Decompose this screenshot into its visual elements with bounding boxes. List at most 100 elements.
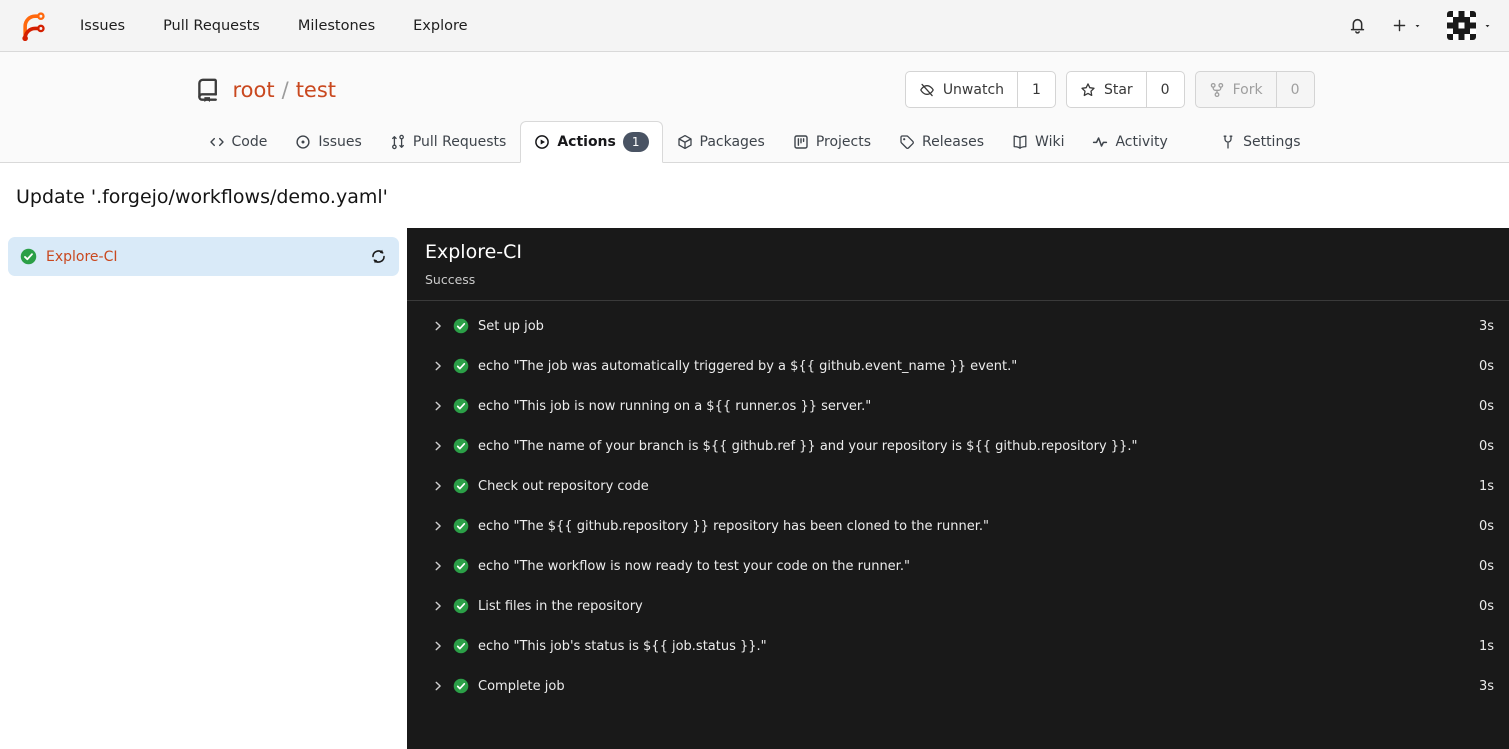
repo-tab[interactable]: Actions 1	[520, 121, 663, 163]
check-circle-icon	[453, 398, 469, 414]
project-board-icon	[793, 134, 809, 150]
pulse-icon	[1092, 134, 1108, 150]
fork-icon	[1210, 82, 1223, 97]
expand-step-chevron[interactable]	[431, 359, 445, 373]
forgejo-logo[interactable]	[17, 10, 48, 41]
step-duration: 0s	[1478, 398, 1494, 414]
expand-step-chevron[interactable]	[431, 559, 445, 573]
navbar-link[interactable]: Explore	[413, 18, 467, 34]
pull-request-icon	[390, 134, 406, 150]
job-step-row[interactable]: List files in the repository 0s	[407, 586, 1509, 626]
expand-step-chevron[interactable]	[431, 479, 445, 493]
step-success-icon	[453, 318, 469, 334]
job-step-row[interactable]: echo "This job is now running on a ${{ r…	[407, 386, 1509, 426]
repo-action-button[interactable]: Star	[1067, 72, 1146, 107]
step-success-icon	[453, 358, 469, 374]
user-menu-button[interactable]	[1447, 11, 1492, 40]
repo-tab[interactable]: Activity	[1078, 121, 1181, 163]
repo-path-separator: /	[281, 77, 289, 102]
repo-tab[interactable]: Projects	[779, 121, 885, 163]
chevron-right-icon	[435, 401, 441, 411]
check-circle-icon	[453, 598, 469, 614]
job-step-row[interactable]: echo "The name of your branch is ${{ git…	[407, 426, 1509, 466]
forgejo-logo-icon	[22, 12, 45, 41]
check-circle-icon	[453, 478, 469, 494]
job-panel-header: Explore-CI Success	[407, 228, 1509, 301]
top-navbar: Issues Pull Requests Milestones Explore	[0, 0, 1509, 52]
job-item-explore-ci[interactable]: Explore-CI	[8, 237, 399, 276]
step-label: echo "This job's status is ${{ job.statu…	[478, 638, 767, 654]
identicon-avatar	[1447, 11, 1476, 40]
repo-tab[interactable]: Pull Requests	[376, 121, 520, 163]
tools-icon	[1223, 135, 1233, 149]
step-success-icon	[453, 518, 469, 534]
step-success-icon	[453, 478, 469, 494]
step-duration: 1s	[1478, 478, 1494, 494]
expand-step-chevron[interactable]	[431, 519, 445, 533]
tab-label: Releases	[922, 134, 985, 150]
navbar-link[interactable]: Issues	[80, 18, 125, 34]
expand-step-chevron[interactable]	[431, 599, 445, 613]
tab-label: Settings	[1243, 134, 1301, 150]
eye-closed-icon	[919, 83, 934, 96]
star-icon	[1081, 82, 1095, 96]
step-label: echo "The workflow is now ready to test …	[478, 558, 910, 574]
chevron-right-icon	[435, 561, 441, 571]
step-duration: 3s	[1478, 678, 1494, 694]
plus-icon	[1392, 18, 1407, 33]
check-circle-icon	[453, 518, 469, 534]
job-step-row[interactable]: echo "The job was automatically triggere…	[407, 346, 1509, 386]
chevron-right-icon	[435, 681, 441, 691]
step-duration: 1s	[1478, 638, 1494, 654]
job-status: Success	[425, 272, 476, 287]
job-step-row[interactable]: echo "This job's status is ${{ job.statu…	[407, 626, 1509, 666]
page-title: Update '.forgejo/workflows/demo.yaml'	[16, 186, 388, 208]
repo-action-label: Fork	[1232, 81, 1263, 98]
step-success-icon	[453, 638, 469, 654]
create-new-button[interactable]	[1392, 18, 1422, 33]
repo-tab[interactable]: Releases	[885, 121, 998, 163]
repo-action-count[interactable]: 0	[1145, 72, 1184, 107]
job-step-row[interactable]: Check out repository code 1s	[407, 466, 1509, 506]
repo-action-button[interactable]: Fork	[1196, 72, 1276, 107]
expand-step-chevron[interactable]	[431, 439, 445, 453]
expand-step-chevron[interactable]	[431, 639, 445, 653]
repo-icon	[195, 77, 220, 102]
step-duration: 3s	[1478, 318, 1494, 334]
navbar-link[interactable]: Milestones	[298, 18, 375, 34]
wiki-book-icon	[1013, 135, 1027, 149]
step-label: Set up job	[478, 318, 544, 334]
pull-request-icon	[391, 134, 404, 150]
job-step-row[interactable]: echo "The ${{ github.repository }} repos…	[407, 506, 1509, 546]
navbar-link[interactable]: Pull Requests	[163, 18, 260, 34]
chevron-right-icon	[435, 441, 441, 451]
expand-step-chevron[interactable]	[431, 319, 445, 333]
chevron-right-icon	[435, 601, 441, 611]
repo-tab[interactable]: Wiki	[998, 121, 1078, 163]
repo-action-button[interactable]: Unwatch	[906, 72, 1017, 107]
repo-tab[interactable]: Settings	[1206, 121, 1314, 163]
repo-tab[interactable]: Code	[195, 121, 282, 163]
notifications-button[interactable]	[1348, 16, 1367, 35]
step-success-icon	[453, 678, 469, 694]
package-icon	[677, 134, 693, 150]
job-step-row[interactable]: echo "The workflow is now ready to test …	[407, 546, 1509, 586]
chevron-right-icon	[435, 481, 441, 491]
repo-action-count[interactable]: 1	[1017, 72, 1055, 107]
repo-tab[interactable]: Issues	[281, 121, 376, 163]
expand-step-chevron[interactable]	[431, 679, 445, 693]
plus-icon	[1393, 19, 1406, 32]
step-duration: 0s	[1478, 358, 1494, 374]
repo-name-link[interactable]: test	[296, 78, 336, 102]
code-icon	[209, 137, 224, 147]
expand-step-chevron[interactable]	[431, 399, 445, 413]
repo-action-button-group: Star 0	[1065, 71, 1185, 108]
repo-action-count[interactable]: 0	[1275, 72, 1314, 107]
job-step-row[interactable]: Set up job 3s	[407, 306, 1509, 346]
repo-tab[interactable]: Packages	[663, 121, 779, 163]
job-step-row[interactable]: Complete job 3s	[407, 666, 1509, 706]
package-icon	[677, 134, 692, 150]
rerun-job-button[interactable]	[370, 248, 387, 265]
check-circle-icon	[453, 558, 469, 574]
repo-owner-link[interactable]: root	[233, 78, 275, 102]
